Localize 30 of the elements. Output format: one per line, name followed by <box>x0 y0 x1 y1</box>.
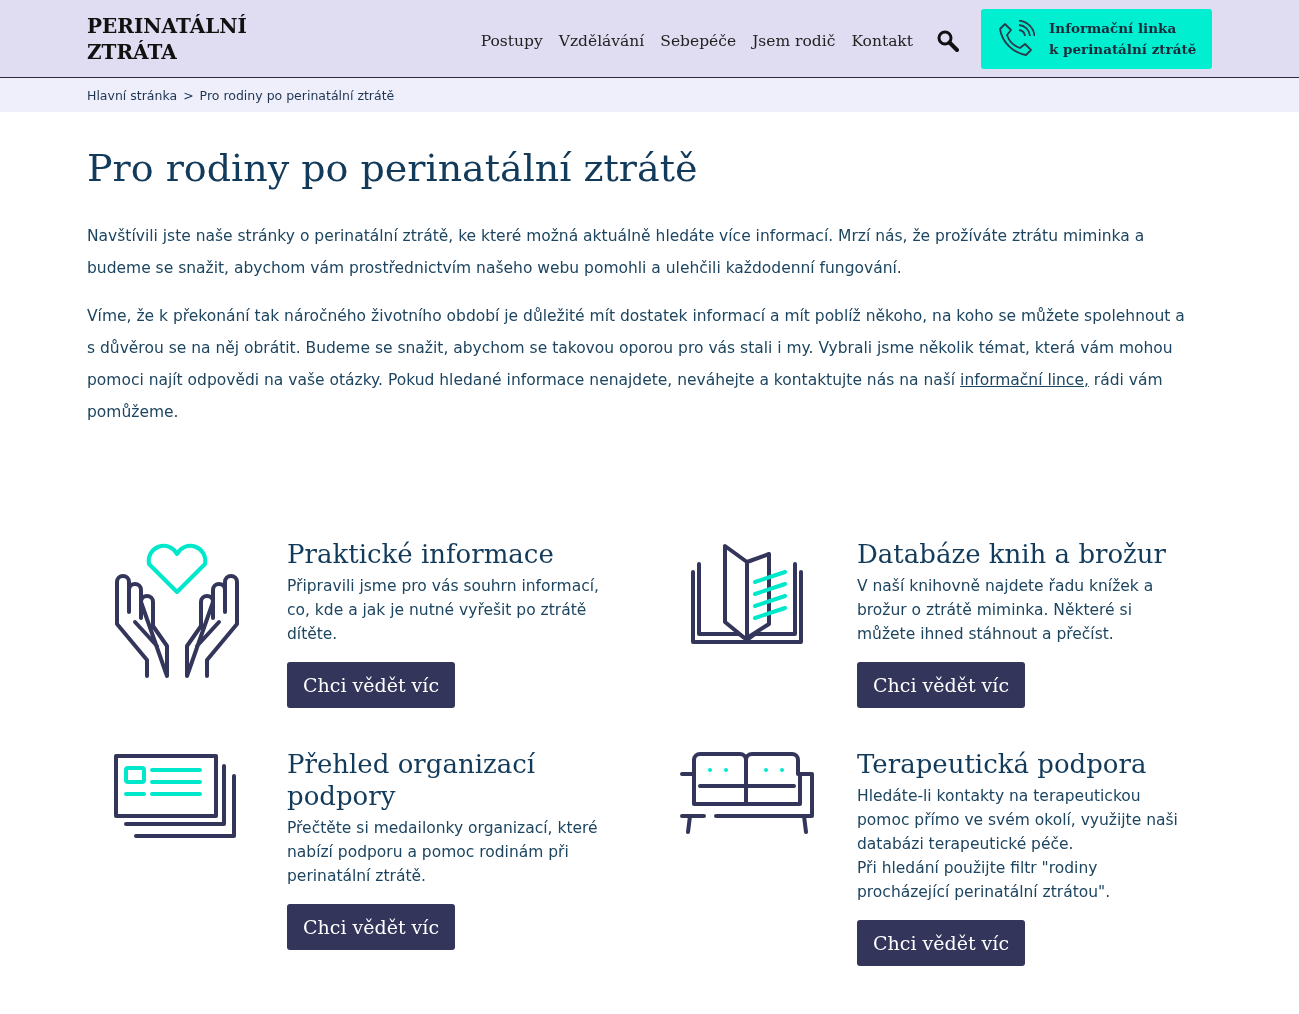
more-button[interactable]: Chci vědět víc <box>287 662 456 708</box>
more-button[interactable]: Chci vědět víc <box>287 904 456 950</box>
card-description: Přečtěte si medailonky organizací, které nabízí podporu a pomoc rodinám při perinatální ztrátě. <box>287 818 599 887</box>
open-book-icon <box>689 542 805 646</box>
intro-paragraph: Navštívili jste naše stránky o perinatální ztrátě, ke které možná aktuálně hledáte více informací. Mrzí nás, že prožíváte ztrátu miminka a budeme se snažit, abychom vám prostřednictvím našeho webu pomohli a ulehčili každodenní fungování. <box>87 226 1146 279</box>
phone-icon <box>997 19 1035 58</box>
nav-link[interactable]: Postupy <box>480 31 543 50</box>
intro-paragraph: Víme, že k překonání tak náročného životního období je důležité mít dostatek informací a mít poblíž někoho, na koho se můžete spolehnout a s důvěrou se na něj obrátit. Budeme se snažit, abychom se takovou oporou pro vás stali i my. Vybrali jsme několik témat, která vám mohou pomoci najít odpovědi na vaše otázky. Pokud hledané informace nenajdete, neváhejte a kontaktujte nás na naší informační lince, rádi vám pomůžeme. <box>87 306 1186 423</box>
nav-link[interactable]: Vzdělávání <box>558 31 645 50</box>
card-title: Přehled organizací podpory <box>287 748 537 812</box>
site-logo[interactable]: PERINATÁLNÍ ZTRÁTA <box>87 12 247 65</box>
card-title: Terapeutická podpora <box>857 748 1148 780</box>
nav-link[interactable]: Jsem rodič <box>752 31 836 50</box>
card-title: Databáze knih a brožur <box>857 538 1167 570</box>
card-description: Připravili jsme pro vás souhrn informací, co, kde a jak je nutné vyřešit po ztrátě dítěte. <box>287 576 600 645</box>
card-description: Hledáte-li kontakty na terapeutickou pomoc přímo ve svém okolí, využijte naši databázi terapeutické péče. Při hledání použijte filtr "rodiny procházející perinatální ztrátou". <box>857 786 1179 903</box>
search-icon[interactable] <box>937 29 959 52</box>
breadcrumb-separator: > <box>183 87 194 103</box>
sofa-icon <box>680 752 814 836</box>
card-description: V naší knihovně najdete řadu knížek a brožur o ztrátě miminka. Některé si můžete ihned stáhnout a přečíst. <box>857 576 1155 645</box>
more-button[interactable]: Chci vědět víc <box>857 920 1026 966</box>
hotline-link[interactable]: informační lince, <box>960 371 1089 389</box>
nav-link[interactable]: Sebepéče <box>660 31 737 50</box>
nav-link[interactable]: Kontakt <box>851 31 913 50</box>
breadcrumb-link[interactable]: Hlavní stránka <box>87 87 178 103</box>
breadcrumb-link[interactable]: Pro rodiny po perinatální ztrátě <box>199 87 395 103</box>
page-title: Pro rodiny po perinatální ztrátě <box>87 146 699 190</box>
card-title: Praktické informace <box>287 538 555 570</box>
hotline-button[interactable]: Informační linka k perinatální ztrátě <box>981 8 1212 69</box>
more-button[interactable]: Chci vědět víc <box>857 662 1026 708</box>
